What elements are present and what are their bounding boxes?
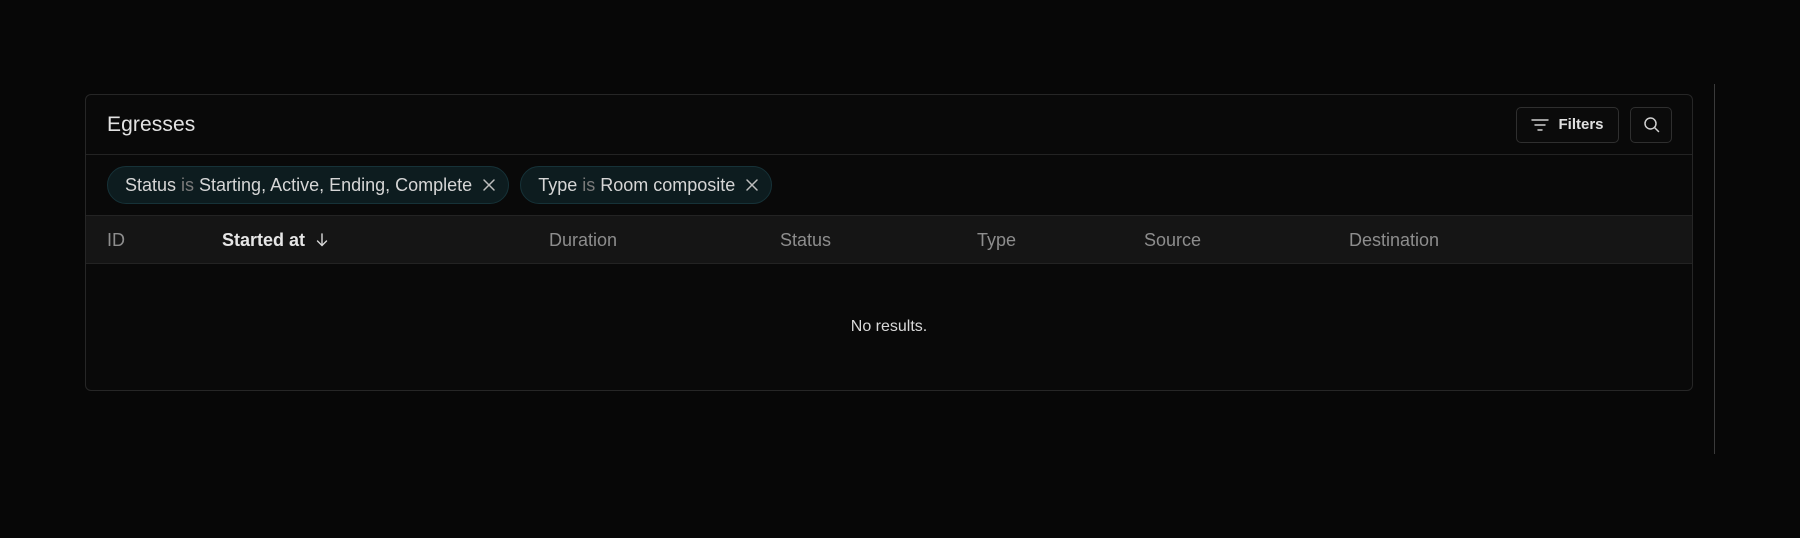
- page: Egresses Filters Status is Starting, Act…: [0, 0, 1800, 538]
- filter-field: Type: [538, 174, 578, 195]
- card-title: Egresses: [107, 112, 196, 136]
- arrow-down-icon: [316, 233, 328, 247]
- empty-state: No results.: [86, 264, 1692, 390]
- filters-button-label: Filters: [1558, 116, 1604, 133]
- column-header-duration[interactable]: Duration: [549, 216, 617, 264]
- header-actions: Filters: [1516, 106, 1672, 143]
- close-icon[interactable]: [482, 178, 496, 192]
- filter-value: Room composite: [600, 174, 736, 195]
- column-header-source[interactable]: Source: [1144, 216, 1201, 264]
- column-header-label: Type: [977, 229, 1017, 250]
- column-header-label: Source: [1144, 229, 1202, 250]
- egresses-card: Egresses Filters Status is Starting, Act…: [85, 94, 1693, 391]
- close-icon[interactable]: [745, 178, 759, 192]
- active-filters: Status is Starting, Active, Ending, Comp…: [86, 155, 1692, 216]
- column-header-label: Status: [780, 229, 832, 250]
- column-header-type[interactable]: Type: [977, 216, 1016, 264]
- filter-field: Status: [125, 174, 177, 195]
- column-header-started-at[interactable]: Started at: [222, 216, 328, 264]
- column-header-destination[interactable]: Destination: [1349, 216, 1439, 264]
- card-header: Egresses Filters: [86, 95, 1692, 155]
- filters-button[interactable]: Filters: [1516, 106, 1619, 143]
- column-header-label: Destination: [1349, 229, 1440, 250]
- column-header-label: Started at: [222, 229, 306, 250]
- panel-divider: [1714, 84, 1715, 454]
- filter-value: Starting, Active, Ending, Complete: [199, 174, 473, 195]
- filter-lines-icon: [1531, 118, 1550, 132]
- column-header-label: Duration: [549, 229, 618, 250]
- filter-operator: is: [181, 174, 195, 195]
- filter-chip-type[interactable]: Type is Room composite: [520, 166, 773, 204]
- empty-state-text: No results.: [850, 318, 928, 335]
- filter-chip-status[interactable]: Status is Starting, Active, Ending, Comp…: [107, 166, 510, 204]
- search-button[interactable]: [1630, 106, 1672, 143]
- column-header-id[interactable]: ID: [107, 216, 125, 264]
- filter-operator: is: [582, 174, 596, 195]
- column-header-status[interactable]: Status: [780, 216, 831, 264]
- column-header-label: ID: [107, 229, 125, 250]
- table-header-row: ID Started at Duration Status Type Sourc…: [86, 216, 1692, 264]
- search-icon: [1643, 116, 1660, 133]
